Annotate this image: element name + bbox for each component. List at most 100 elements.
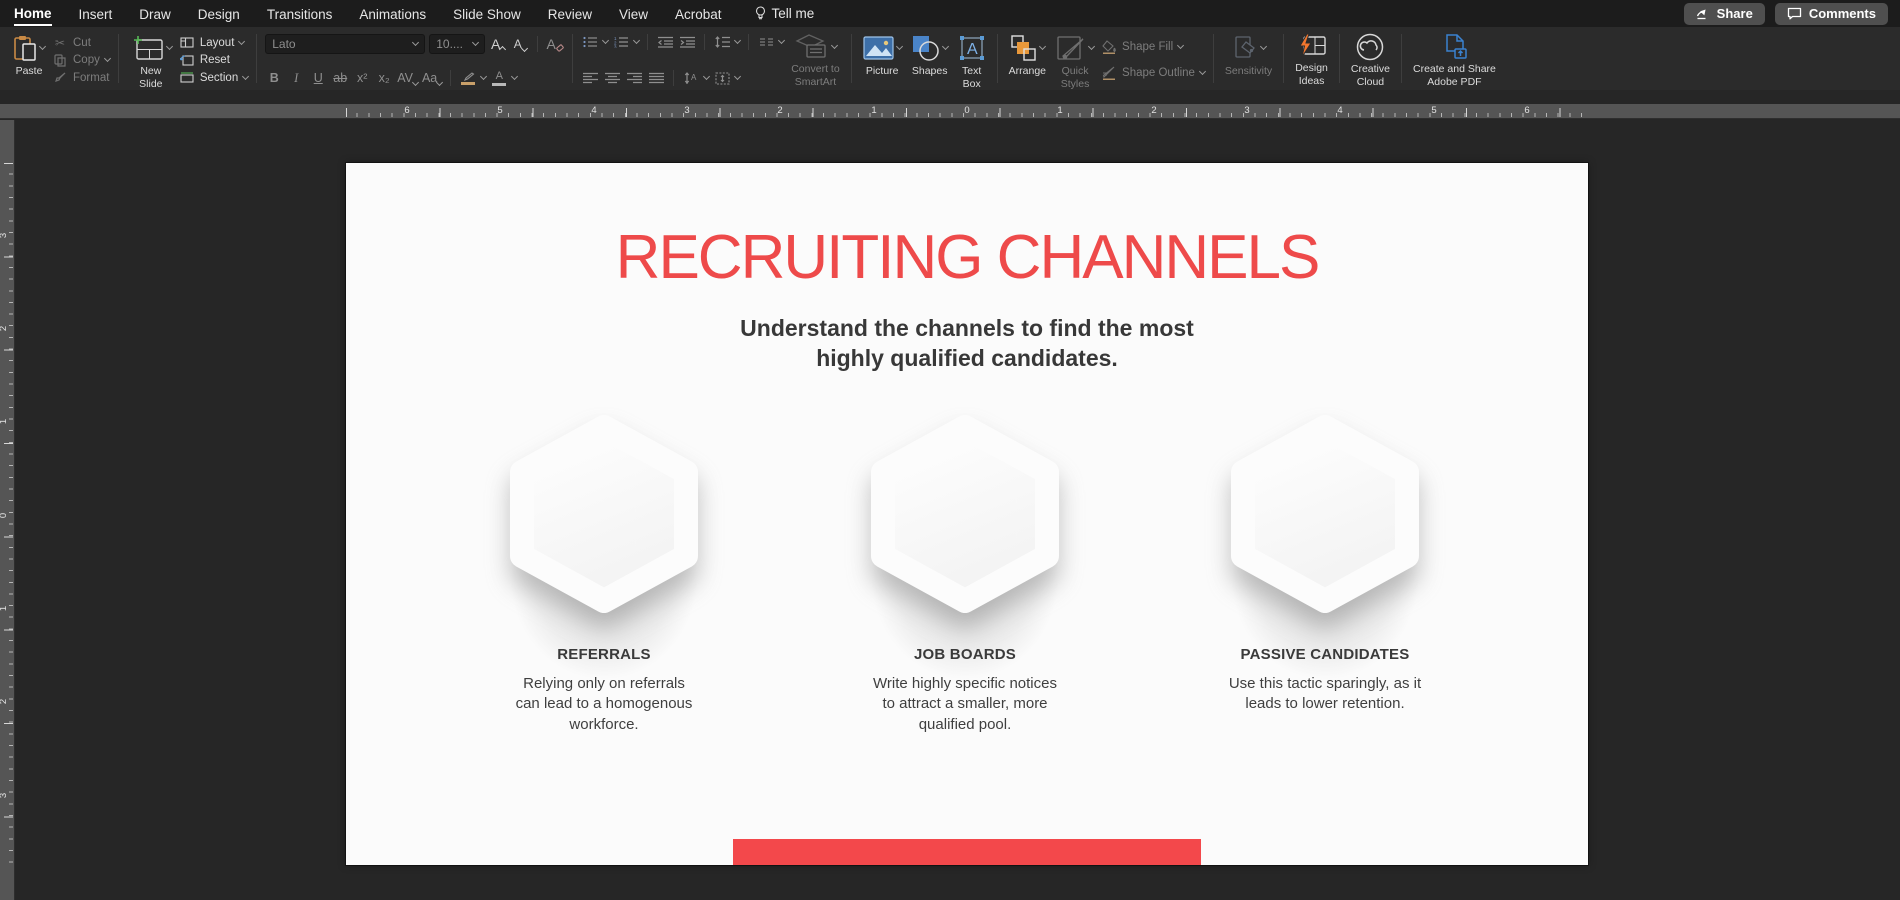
new-slide-button[interactable]: New Slide xyxy=(125,31,177,90)
font-group: Lato 10.... A A A xyxy=(263,31,566,89)
reset-button[interactable]: Reset xyxy=(179,52,248,69)
lightbulb-icon xyxy=(755,6,766,21)
superscript-button[interactable]: x² xyxy=(353,71,371,85)
align-text-button[interactable] xyxy=(713,72,731,85)
card-heading[interactable]: JOB BOARDS xyxy=(835,646,1095,663)
highlight-color-swatch xyxy=(461,82,475,85)
card-passive-candidates[interactable]: PASSIVE CANDIDATES Use this tactic spari… xyxy=(1195,414,1455,715)
align-center-button[interactable] xyxy=(603,72,621,84)
line-spacing-button[interactable] xyxy=(713,36,731,48)
picture-chevron[interactable] xyxy=(896,43,903,50)
shapes-chevron[interactable] xyxy=(942,43,949,50)
layout-button[interactable]: Layout xyxy=(179,34,248,51)
numbering-button[interactable]: 1 23 xyxy=(612,36,630,48)
align-text-chevron[interactable] xyxy=(734,73,741,80)
paste-button[interactable]: Paste xyxy=(8,31,50,78)
arrange-button[interactable]: Arrange xyxy=(1004,31,1051,78)
change-case-button[interactable]: Aa xyxy=(422,71,442,85)
shape-fill-button[interactable]: Shape Fill xyxy=(1101,39,1205,56)
horizontal-ruler[interactable]: 6 5 4 3 2 1 0 1 2 3 4 5 6 xyxy=(0,104,1900,119)
tab-transitions[interactable]: Transitions xyxy=(267,3,333,25)
arrange-group: Arrange Quick Styles xyxy=(1004,31,1207,86)
clear-formatting-button[interactable]: A xyxy=(546,36,564,52)
bullets-chevron[interactable] xyxy=(602,37,609,44)
line-spacing-chevron[interactable] xyxy=(734,37,741,44)
strikethrough-button[interactable]: ab xyxy=(331,71,349,85)
tab-draw[interactable]: Draw xyxy=(139,3,171,25)
underline-button[interactable]: U xyxy=(309,71,327,85)
slide-subtitle-line1: Understand the channels to find the most xyxy=(346,313,1588,343)
quick-styles-button[interactable]: Quick Styles xyxy=(1051,31,1099,90)
vertical-ruler[interactable]: 3 2 1 0 1 2 3 xyxy=(0,120,15,900)
format-button[interactable]: Format xyxy=(52,69,110,86)
picture-button[interactable]: Picture xyxy=(858,31,907,78)
paste-dropdown-chevron[interactable] xyxy=(39,43,46,50)
grow-font-button[interactable]: A xyxy=(489,36,507,52)
font-color-chevron[interactable] xyxy=(511,73,518,80)
section-button[interactable]: Section xyxy=(179,69,248,86)
text-direction-button[interactable]: A xyxy=(682,72,700,85)
card-body[interactable]: Relying only on referrals can lead to a … xyxy=(509,674,699,735)
font-size-select[interactable]: 10.... xyxy=(429,34,485,54)
slide-canvas[interactable]: RECRUITING CHANNELS Understand the chann… xyxy=(346,163,1588,865)
card-heading[interactable]: PASSIVE CANDIDATES xyxy=(1195,646,1455,663)
card-body[interactable]: Use this tactic sparingly, as it leads t… xyxy=(1218,674,1433,715)
svg-text:A: A xyxy=(967,41,978,58)
tell-me[interactable]: Tell me xyxy=(755,6,815,21)
highlight-color-button[interactable] xyxy=(459,72,477,85)
align-left-button[interactable] xyxy=(581,72,599,84)
bold-button[interactable]: B xyxy=(265,71,283,85)
text-direction-chevron[interactable] xyxy=(703,73,710,80)
tab-review[interactable]: Review xyxy=(548,3,592,25)
slide-title[interactable]: RECRUITING CHANNELS xyxy=(346,227,1588,289)
convert-to-smartart-button[interactable]: Convert to SmartArt xyxy=(786,31,844,86)
design-ideas-button[interactable]: Design Ideas xyxy=(1290,31,1333,86)
hexagon-shape[interactable] xyxy=(1230,414,1420,614)
tab-home[interactable]: Home xyxy=(14,2,52,26)
text-box-button[interactable]: A Text Box xyxy=(953,31,991,90)
font-name-select[interactable]: Lato xyxy=(265,34,425,54)
shape-outline-button[interactable]: Shape Outline xyxy=(1101,65,1205,82)
numbering-chevron[interactable] xyxy=(633,37,640,44)
tab-design[interactable]: Design xyxy=(198,3,240,25)
highlight-color-chevron[interactable] xyxy=(480,73,487,80)
decrease-indent-button[interactable] xyxy=(656,36,674,48)
subscript-button[interactable]: x₂ xyxy=(375,71,393,85)
justify-button[interactable] xyxy=(647,72,665,84)
increase-indent-button[interactable] xyxy=(678,36,696,48)
bullets-button[interactable] xyxy=(581,36,599,48)
copy-button[interactable]: Copy xyxy=(52,52,110,69)
arrange-chevron[interactable] xyxy=(1039,43,1046,50)
svg-text:A: A xyxy=(691,73,697,82)
new-slide-chevron[interactable] xyxy=(166,43,173,50)
card-heading[interactable]: REFERRALS xyxy=(474,646,734,663)
tab-view[interactable]: View xyxy=(619,3,648,25)
sensitivity-button[interactable]: Sensitivity xyxy=(1220,31,1277,86)
shapes-button[interactable]: Shapes xyxy=(907,31,953,78)
align-right-button[interactable] xyxy=(625,72,643,84)
card-job-boards[interactable]: JOB BOARDS Write highly specific notices… xyxy=(835,414,1095,735)
tab-acrobat[interactable]: Acrobat xyxy=(675,3,722,25)
columns-chevron[interactable] xyxy=(778,37,785,44)
card-body[interactable]: Write highly specific notices to attract… xyxy=(868,674,1063,735)
card-referrals[interactable]: REFERRALS Relying only on referrals can … xyxy=(474,414,734,735)
share-button[interactable]: Share xyxy=(1684,3,1765,25)
tab-animations[interactable]: Animations xyxy=(359,3,426,25)
create-share-adobe-pdf-button[interactable]: Create and Share Adobe PDF xyxy=(1408,31,1501,86)
hexagon-shape[interactable] xyxy=(509,414,699,614)
italic-button[interactable]: I xyxy=(287,71,305,86)
columns-button[interactable] xyxy=(757,36,775,48)
v-ruler-number: 3 xyxy=(0,793,9,798)
tab-insert[interactable]: Insert xyxy=(79,3,113,25)
font-size-chevron xyxy=(472,39,479,46)
font-color-button[interactable]: A xyxy=(490,70,508,86)
accent-bar-shape[interactable] xyxy=(733,839,1201,865)
hexagon-shape[interactable] xyxy=(870,414,1060,614)
comments-button[interactable]: Comments xyxy=(1775,3,1888,25)
cut-button[interactable]: ✂ Cut xyxy=(52,34,110,51)
tab-slide-show[interactable]: Slide Show xyxy=(453,3,521,25)
creative-cloud-button[interactable]: Creative Cloud xyxy=(1346,31,1395,86)
character-spacing-button[interactable]: AV xyxy=(397,71,418,85)
shrink-font-button[interactable]: A xyxy=(511,37,529,51)
slide-subtitle[interactable]: Understand the channels to find the most… xyxy=(346,313,1588,374)
